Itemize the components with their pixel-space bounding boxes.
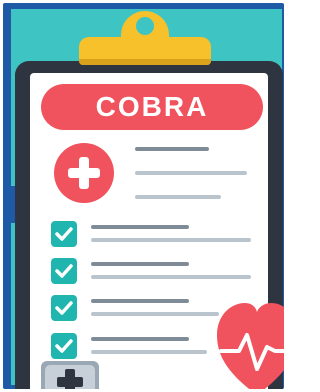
checklist-line — [91, 350, 207, 354]
text-line — [135, 171, 247, 175]
checkbox-icon — [51, 295, 77, 321]
checklist-line — [91, 225, 189, 229]
checklist-line — [91, 312, 219, 316]
title-banner: COBRA — [41, 84, 263, 130]
page-title: COBRA — [95, 91, 209, 122]
clip-shadow — [79, 59, 211, 65]
frame-side-tab — [3, 186, 15, 223]
clip-hole — [136, 17, 154, 35]
checkbox-icon — [51, 221, 77, 247]
checklist-line — [91, 275, 251, 279]
text-line — [135, 195, 221, 199]
checklist-line — [91, 238, 251, 242]
checkbox-icon — [51, 258, 77, 284]
heart-pulse-icon — [217, 303, 284, 389]
checklist-line — [91, 337, 189, 341]
medical-plus-icon — [54, 143, 114, 203]
illustration-frame: COBRA — [3, 3, 284, 389]
first-aid-kit-icon — [41, 361, 99, 389]
checklist-line — [91, 299, 189, 303]
checklist-line — [91, 262, 189, 266]
text-line — [135, 147, 209, 151]
